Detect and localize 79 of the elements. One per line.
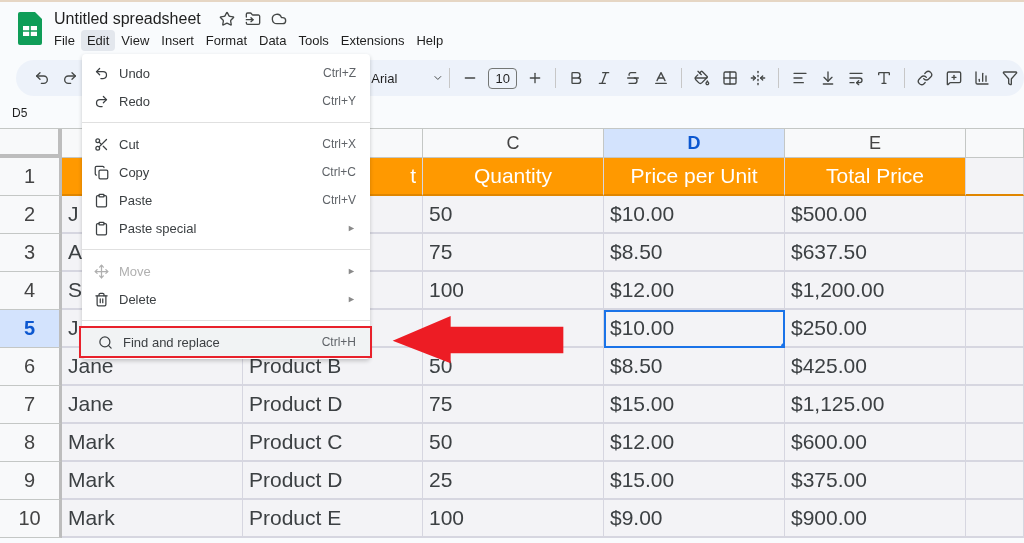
menu-bar-item[interactable]: Tools: [292, 30, 335, 51]
name-box[interactable]: D5: [12, 106, 72, 120]
cloud-icon[interactable]: [270, 11, 287, 27]
row-header[interactable]: 4: [0, 272, 62, 310]
table-cell: Product E: [243, 500, 423, 538]
star-icon[interactable]: [218, 11, 235, 27]
header-cell: Price per Unit: [604, 158, 785, 196]
menu-bar-item[interactable]: Format: [199, 30, 253, 51]
row-header[interactable]: 7: [0, 386, 62, 424]
font-size-field[interactable]: 10: [488, 67, 517, 89]
table-cell: $15.00: [604, 386, 785, 424]
table-cell: $12.00: [604, 424, 785, 462]
copy-icon: [94, 164, 109, 180]
row-header[interactable]: 2: [0, 196, 62, 234]
table-cell: Mark: [62, 424, 243, 462]
table-cell: 50: [423, 424, 604, 462]
menu-bar-item[interactable]: Edit: [80, 30, 116, 51]
folder-icon[interactable]: [244, 11, 261, 27]
menu-bar-item[interactable]: Data: [253, 30, 293, 51]
row-header[interactable]: 6: [0, 348, 62, 386]
menu-bar-item[interactable]: Insert: [155, 30, 200, 51]
document-title[interactable]: Untitled spreadsheet: [54, 10, 201, 28]
table-cell: Jane: [62, 386, 243, 424]
menu-item[interactable]: Undo Ctrl+Z: [82, 59, 370, 87]
scissors-icon: [94, 136, 109, 152]
table-cell: 50: [423, 196, 604, 234]
table-cell: $8.50: [604, 348, 785, 386]
search-icon: [98, 334, 113, 350]
column-header[interactable]: E: [785, 129, 966, 158]
table-cell: $375.00: [785, 462, 966, 500]
table-cell: 75: [423, 386, 604, 424]
table-cell: Product C: [243, 424, 423, 462]
table-cell: Product D: [243, 386, 423, 424]
move-icon: [94, 263, 109, 279]
header-cell: Total Price: [785, 158, 966, 196]
header-cell: Quantity: [423, 158, 604, 196]
table-cell: $600.00: [785, 424, 966, 462]
table-cell: 100: [423, 272, 604, 310]
menu-bar-item[interactable]: File: [48, 30, 81, 51]
font-dropdown[interactable]: Arial: [371, 70, 432, 86]
table-cell: $637.50: [785, 234, 966, 272]
table-cell: $1,125.00: [785, 386, 966, 424]
row-header[interactable]: 8: [0, 424, 62, 462]
table-cell: $10.00: [604, 310, 785, 348]
table-cell: $250.00: [785, 310, 966, 348]
table-cell: $9.00: [604, 500, 785, 538]
row-header[interactable]: 5: [0, 310, 62, 348]
table-cell: 75: [423, 234, 604, 272]
menu-item[interactable]: Cut Ctrl+X: [82, 130, 370, 158]
redo-icon: [94, 93, 109, 109]
table-cell: Mark: [62, 462, 243, 500]
clipboard-icon: [94, 192, 109, 208]
table-cell: $1,200.00: [785, 272, 966, 310]
table-cell: $900.00: [785, 500, 966, 538]
table-cell: $8.50: [604, 234, 785, 272]
table-cell: $500.00: [785, 196, 966, 234]
menu-item[interactable]: Find and replace Ctrl+H: [81, 328, 370, 356]
sheets-logo[interactable]: [18, 12, 42, 45]
row-header[interactable]: 3: [0, 234, 62, 272]
column-header[interactable]: D: [604, 129, 785, 158]
menu-bar-item[interactable]: Extensions: [334, 30, 411, 51]
row-header[interactable]: 9: [0, 462, 62, 500]
table-cell: 100: [423, 500, 604, 538]
table-cell: 25: [423, 462, 604, 500]
clipboard-icon: [94, 220, 109, 236]
table-cell: $10.00: [604, 196, 785, 234]
menu-bar-item[interactable]: Help: [410, 30, 450, 51]
column-header[interactable]: C: [423, 129, 604, 158]
row-header[interactable]: 10: [0, 500, 62, 538]
table-cell: Product D: [243, 462, 423, 500]
trash-icon: [94, 291, 109, 307]
menu-item[interactable]: Redo Ctrl+Y: [82, 87, 370, 115]
undo-icon: [94, 65, 109, 81]
table-cell: $12.00: [604, 272, 785, 310]
table-cell: Mark: [62, 500, 243, 538]
menu-bar-item[interactable]: View: [115, 30, 156, 51]
table-cell: $425.00: [785, 348, 966, 386]
table-cell: $15.00: [604, 462, 785, 500]
row-header[interactable]: 1: [0, 158, 62, 196]
